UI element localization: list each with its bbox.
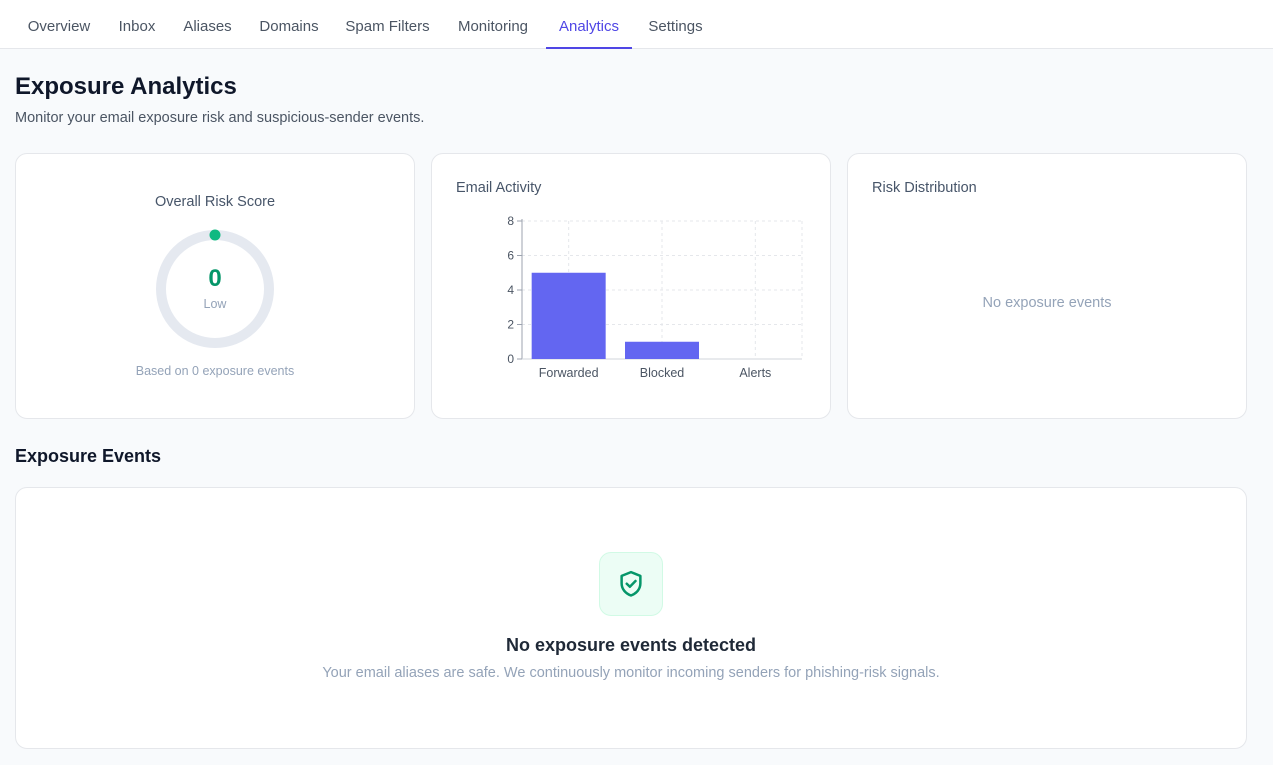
exposure-events-panel: No exposure events detected Your email a… [15, 487, 1247, 749]
top-nav: Overview Inbox Aliases Domains Spam Filt… [0, 0, 1273, 49]
tab-settings[interactable]: Settings [636, 0, 715, 49]
risk-footnote: Based on 0 exposure events [135, 364, 295, 378]
x-tick-label: Alerts [739, 366, 771, 380]
tab-spam-filters[interactable]: Spam Filters [334, 0, 441, 49]
risk-level-label: Low [203, 297, 227, 311]
risk-distribution-empty: No exposure events [982, 295, 1112, 311]
page-subtitle: Monitor your email exposure risk and sus… [15, 110, 425, 126]
shield-badge [599, 552, 663, 616]
risk-score-value: 0 [208, 265, 222, 292]
exposure-events-title: Exposure Events [15, 446, 162, 466]
email-activity-card: Email Activity 0 2 4 6 8 Forwarded Blocked Aler… [431, 153, 831, 419]
email-activity-chart: 0 2 4 6 8 Forwarded Blocked Alerts [507, 214, 803, 380]
y-tick-label: 2 [507, 318, 514, 332]
y-tick-label: 8 [507, 214, 514, 228]
empty-state-title: No exposure events detected [505, 635, 757, 655]
y-tick-label: 6 [507, 249, 514, 263]
tab-overview[interactable]: Overview [15, 0, 103, 49]
page-title: Exposure Analytics [15, 73, 237, 100]
empty-state-subtitle: Your email aliases are safe. We continuo… [322, 665, 940, 681]
tab-aliases[interactable]: Aliases [172, 0, 243, 49]
bar-blocked [625, 341, 699, 359]
x-tick-label: Blocked [640, 366, 685, 380]
shield-check-icon [620, 570, 642, 597]
risk-distribution-title: Risk Distribution [872, 180, 977, 196]
tab-monitoring[interactable]: Monitoring [445, 0, 541, 49]
bar-forwarded [531, 272, 606, 359]
tab-inbox[interactable]: Inbox [107, 0, 167, 49]
y-tick-label: 0 [507, 352, 514, 366]
tab-analytics[interactable]: Analytics [546, 0, 632, 49]
risk-score-card: Overall Risk Score 0 Low Based on 0 expo… [15, 153, 415, 419]
risk-score-title: Overall Risk Score [154, 194, 276, 210]
y-tick-label: 4 [507, 283, 514, 297]
x-tick-label: Forwarded [539, 366, 599, 380]
gauge-indicator [209, 229, 221, 241]
risk-distribution-card: Risk Distribution No exposure events [847, 153, 1247, 419]
tab-domains[interactable]: Domains [248, 0, 330, 49]
